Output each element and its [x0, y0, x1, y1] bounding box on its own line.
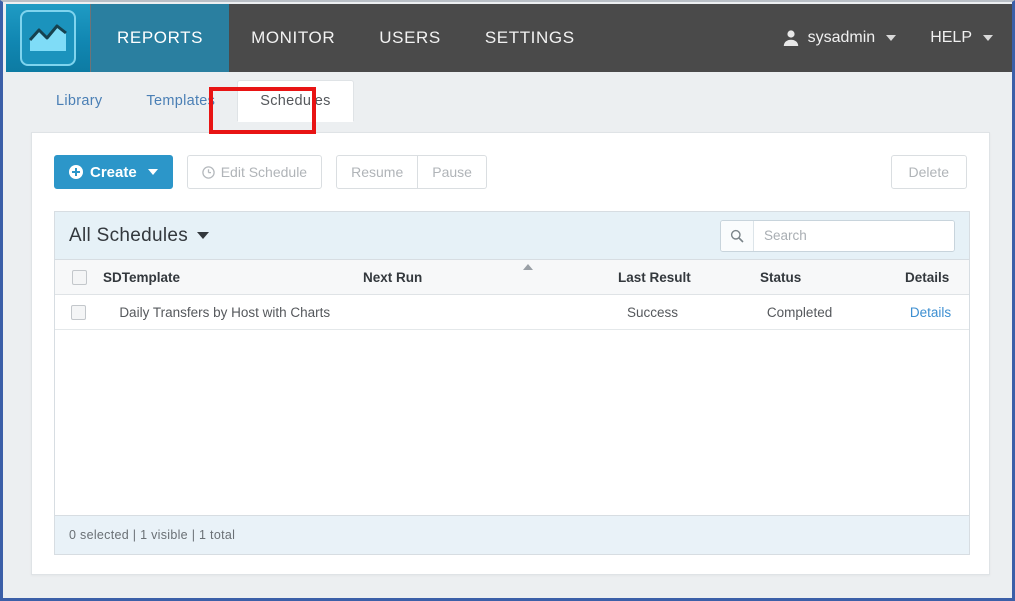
application-window: REPORTS MONITOR USERS SETTINGS sysadmin …	[0, 0, 1015, 601]
cell-sdtemplate: Daily Transfers by Host with Charts	[119, 304, 331, 320]
tab-templates[interactable]: Templates	[124, 81, 237, 121]
schedules-toolbar: Create Edit Schedule Resume Pause Delete	[32, 133, 989, 189]
details-link[interactable]: Details	[910, 305, 951, 320]
all-schedules-dropdown-label: All Schedules	[69, 224, 189, 246]
column-header-sdtemplate[interactable]: SDTemplate	[103, 270, 363, 285]
pause-button[interactable]: Pause	[418, 155, 487, 189]
schedules-table-panel: All Schedules Search SDTemplate Next Run…	[54, 211, 970, 555]
resume-button[interactable]: Resume	[336, 155, 419, 189]
create-button-label: Create	[90, 163, 137, 181]
table-body: Daily Transfers by Host with Charts Succ…	[55, 295, 969, 515]
select-all-checkbox-cell	[55, 269, 103, 285]
chart-logo-glyph	[28, 24, 67, 51]
tab-library-label: Library	[56, 93, 103, 109]
select-all-checkbox[interactable]	[71, 269, 87, 285]
edit-schedule-button[interactable]: Edit Schedule	[186, 155, 323, 189]
main-nav-items: REPORTS MONITOR USERS SETTINGS	[91, 4, 597, 72]
chevron-down-icon	[197, 232, 210, 239]
column-header-status[interactable]: Status	[760, 270, 905, 285]
chart-logo-icon	[20, 10, 76, 66]
top-navigation-bar: REPORTS MONITOR USERS SETTINGS sysadmin …	[6, 4, 1012, 72]
chevron-down-icon	[147, 169, 158, 175]
plus-circle-icon	[69, 165, 83, 179]
sort-ascending-icon	[523, 264, 533, 270]
user-icon	[782, 29, 800, 47]
help-menu-label: HELP	[930, 29, 972, 46]
row-checkbox[interactable]	[71, 304, 87, 320]
table-status-bar: 0 selected | 1 visible | 1 total	[55, 515, 969, 554]
user-menu-label: sysadmin	[807, 29, 876, 46]
nav-item-users-label: USERS	[379, 28, 441, 47]
clock-icon	[201, 165, 215, 179]
cell-last-result: Success	[626, 304, 678, 320]
tab-templates-label: Templates	[146, 93, 216, 109]
nav-item-reports[interactable]: REPORTS	[91, 4, 230, 72]
nav-item-reports-label: REPORTS	[117, 28, 204, 47]
create-button[interactable]: Create	[54, 155, 173, 189]
column-header-details[interactable]: Details	[905, 270, 965, 285]
column-header-sdtemplate-label: SDTemplate	[103, 269, 181, 285]
nav-item-settings[interactable]: SETTINGS	[463, 4, 597, 72]
row-checkbox-cell	[55, 304, 102, 320]
table-row[interactable]: Daily Transfers by Host with Charts Succ…	[55, 295, 969, 330]
table-header-row: SDTemplate Next Run Last Result Status D…	[55, 260, 969, 295]
top-nav-right-group: sysadmin HELP	[782, 4, 1012, 72]
search-input[interactable]	[754, 220, 954, 251]
column-header-last-result-label: Last Result	[618, 269, 691, 285]
resume-button-label: Resume	[351, 164, 404, 180]
table-status-text: 0 selected | 1 visible | 1 total	[69, 528, 236, 542]
cell-details: Details	[910, 305, 969, 320]
column-header-status-label: Status	[760, 269, 802, 285]
nav-item-monitor-label: MONITOR	[251, 28, 336, 47]
edit-schedule-button-label: Edit Schedule	[220, 164, 308, 180]
search-icon[interactable]	[721, 220, 754, 251]
help-menu[interactable]: HELP	[930, 29, 993, 47]
delete-button-label: Delete	[908, 164, 949, 180]
tab-schedules[interactable]: Schedules	[237, 80, 354, 122]
delete-button[interactable]: Delete	[890, 155, 967, 189]
chevron-down-icon	[983, 35, 993, 41]
column-header-details-label: Details	[905, 269, 950, 285]
tab-schedules-label: Schedules	[260, 93, 331, 109]
cell-status: Completed	[766, 304, 833, 320]
column-header-last-result[interactable]: Last Result	[618, 270, 760, 285]
column-header-next-run-label: Next Run	[363, 269, 423, 285]
chevron-down-icon	[886, 35, 897, 41]
sub-tab-bar: Library Templates Schedules	[6, 72, 1012, 130]
resume-pause-button-group: Resume Pause	[336, 155, 487, 189]
tab-library[interactable]: Library	[34, 81, 124, 121]
pause-button-label: Pause	[432, 164, 472, 180]
nav-item-users[interactable]: USERS	[357, 4, 463, 72]
schedules-panel: Create Edit Schedule Resume Pause Delete…	[31, 132, 990, 575]
nav-item-settings-label: SETTINGS	[484, 28, 575, 47]
user-menu[interactable]: sysadmin	[782, 29, 897, 47]
nav-item-monitor[interactable]: MONITOR	[229, 4, 357, 72]
column-header-next-run[interactable]: Next Run	[363, 270, 618, 285]
all-schedules-dropdown[interactable]: All Schedules	[69, 224, 210, 247]
search-box	[720, 219, 955, 252]
app-logo[interactable]	[6, 4, 91, 72]
table-panel-header: All Schedules	[55, 212, 969, 260]
